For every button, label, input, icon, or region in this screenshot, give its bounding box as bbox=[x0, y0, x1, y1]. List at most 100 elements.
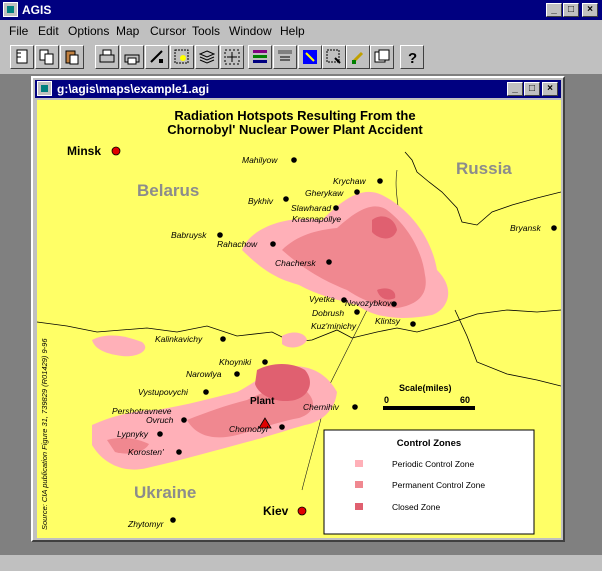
zoom-window-icon[interactable] bbox=[170, 45, 194, 69]
legend-title: Control Zones bbox=[397, 438, 461, 449]
layers-icon[interactable] bbox=[195, 45, 219, 69]
city-label-minsk: Minsk bbox=[67, 144, 101, 158]
map-canvas[interactable]: Radiation Hotspots Resulting From the Ch… bbox=[37, 100, 561, 538]
city-dot-babruysk bbox=[217, 232, 223, 238]
city-dot-chernihiv bbox=[352, 404, 358, 410]
menu-cursor[interactable]: Cursor bbox=[150, 24, 186, 38]
map-minimize-button[interactable]: _ bbox=[507, 82, 523, 96]
map-close-button[interactable]: × bbox=[542, 82, 558, 96]
map-window-title-bar: g:\agis\maps\example1.agi _ □ × bbox=[35, 80, 561, 98]
map-maximize-button[interactable]: □ bbox=[524, 82, 540, 96]
country-label-russia: Russia bbox=[456, 159, 512, 178]
city-label-gherykaw: Gherykaw bbox=[305, 188, 344, 198]
paste-icon[interactable] bbox=[60, 45, 84, 69]
pointer-icon[interactable] bbox=[273, 45, 297, 69]
city-dot-narowlya bbox=[234, 371, 240, 377]
maximize-button[interactable]: □ bbox=[563, 3, 579, 17]
legend-swatch-closed bbox=[355, 503, 363, 510]
legend-box: Control Zones Periodic Control Zone Perm… bbox=[323, 429, 535, 535]
city-label-dobrush: Dobrush bbox=[312, 308, 344, 318]
menu-options[interactable]: Options bbox=[68, 24, 109, 38]
city-dot-mahilyow bbox=[291, 157, 297, 163]
help-icon[interactable]: ? bbox=[400, 45, 424, 69]
select-icon[interactable] bbox=[220, 45, 244, 69]
map-title-line2: Chornobyl' Nuclear Power Plant Accident bbox=[167, 122, 423, 137]
capital-marker-kiev bbox=[297, 506, 307, 516]
city-label-bykhiv: Bykhiv bbox=[248, 196, 274, 206]
refresh-icon[interactable] bbox=[322, 45, 346, 69]
country-label-ukraine: Ukraine bbox=[134, 483, 196, 502]
city-label-narowlya: Narowlya bbox=[186, 369, 222, 379]
city-label-vyetka: Vyetka bbox=[309, 294, 335, 304]
menu-edit[interactable]: Edit bbox=[38, 24, 59, 38]
status-bar bbox=[0, 555, 602, 571]
city-dot-rahachow bbox=[270, 241, 276, 247]
city-label-krychaw: Krychaw bbox=[333, 176, 366, 186]
plant-label: Plant bbox=[250, 396, 275, 407]
city-label-novozybkov: Novozybkov bbox=[345, 298, 392, 308]
map-title-line1: Radiation Hotspots Resulting From the bbox=[174, 108, 415, 123]
city-label-slawharad: Slawharad bbox=[291, 203, 331, 213]
document-icon[interactable] bbox=[37, 81, 52, 96]
city-label-rahachow: Rahachow bbox=[217, 239, 258, 249]
city-label-chernihiv: Chernihiv bbox=[303, 402, 340, 412]
print-setup-icon[interactable] bbox=[120, 45, 144, 69]
city-label-lypnyky: Lypnyky bbox=[117, 429, 149, 439]
city-dot-korosten bbox=[176, 449, 182, 455]
city-dot-chachersk bbox=[326, 259, 332, 265]
new-map-icon[interactable] bbox=[10, 45, 34, 69]
city-dot-chornobyl bbox=[279, 424, 285, 430]
cycle-icon[interactable] bbox=[370, 45, 394, 69]
city-label-ovruch: Ovruch bbox=[146, 415, 174, 425]
city-dot-khoyniki bbox=[262, 359, 268, 365]
country-label-belarus: Belarus bbox=[137, 181, 199, 200]
copy-icon[interactable] bbox=[35, 45, 59, 69]
app-icon[interactable] bbox=[3, 2, 18, 17]
city-dot-dobrush bbox=[354, 309, 360, 315]
city-label-bryansk: Bryansk bbox=[510, 223, 541, 233]
legend-label-permanent: Permanent Control Zone bbox=[392, 480, 485, 490]
toolbar: ? bbox=[0, 42, 602, 72]
app-title-bar: AGIS _ □ × bbox=[0, 0, 602, 20]
city-dot-kalinkavichy bbox=[220, 336, 226, 342]
highlight-icon[interactable] bbox=[298, 45, 322, 69]
city-label-mahilyow: Mahilyow bbox=[242, 155, 278, 165]
capital-marker-minsk bbox=[111, 146, 121, 156]
layers-alt-icon[interactable] bbox=[248, 45, 272, 69]
menu-help[interactable]: Help bbox=[280, 24, 305, 38]
scale-min: 0 bbox=[384, 395, 389, 405]
city-label-khoyniki: Khoyniki bbox=[219, 357, 252, 367]
legend-swatch-periodic bbox=[355, 460, 363, 467]
city-label-korosten: Korosten' bbox=[128, 447, 164, 457]
city-label-kiev: Kiev bbox=[263, 504, 289, 518]
app-title: AGIS bbox=[22, 3, 52, 17]
print-icon[interactable] bbox=[95, 45, 119, 69]
scale-bar bbox=[383, 406, 475, 410]
legend-swatch-permanent bbox=[355, 481, 363, 488]
city-dot-ovruch bbox=[181, 417, 187, 423]
city-dot-vystupovychi bbox=[203, 389, 209, 395]
city-label-klintsy: Klintsy bbox=[375, 316, 401, 326]
edit-icon[interactable] bbox=[346, 45, 370, 69]
close-button[interactable]: × bbox=[582, 3, 598, 17]
city-dot-bryansk bbox=[551, 225, 557, 231]
menu-map[interactable]: Map bbox=[116, 24, 139, 38]
menu-tools[interactable]: Tools bbox=[192, 24, 220, 38]
city-label-krasnapollye: Krasnapollye bbox=[292, 214, 341, 224]
city-dot-lypnyky bbox=[157, 431, 163, 437]
legend-label-periodic: Periodic Control Zone bbox=[392, 459, 474, 469]
menu-file[interactable]: File bbox=[9, 24, 28, 38]
source-text: Source: CIA publication Figure 31, 73982… bbox=[40, 338, 49, 530]
scale-max: 60 bbox=[460, 395, 470, 405]
border-russia-ukraine bbox=[454, 309, 561, 387]
map-window[interactable]: g:\agis\maps\example1.agi _ □ × Radiatio… bbox=[31, 76, 565, 542]
city-label-vystupovychi: Vystupovychi bbox=[138, 387, 189, 397]
menu-window[interactable]: Window bbox=[229, 24, 272, 38]
city-dot-gherykaw bbox=[354, 189, 360, 195]
scale-label: Scale(miles) bbox=[399, 383, 452, 393]
minimize-button[interactable]: _ bbox=[546, 3, 562, 17]
draw-line-icon[interactable] bbox=[145, 45, 169, 69]
city-label-chachersk: Chachersk bbox=[275, 258, 316, 268]
city-dot-novozybkov bbox=[391, 301, 397, 307]
map-window-title: g:\agis\maps\example1.agi bbox=[57, 82, 210, 96]
